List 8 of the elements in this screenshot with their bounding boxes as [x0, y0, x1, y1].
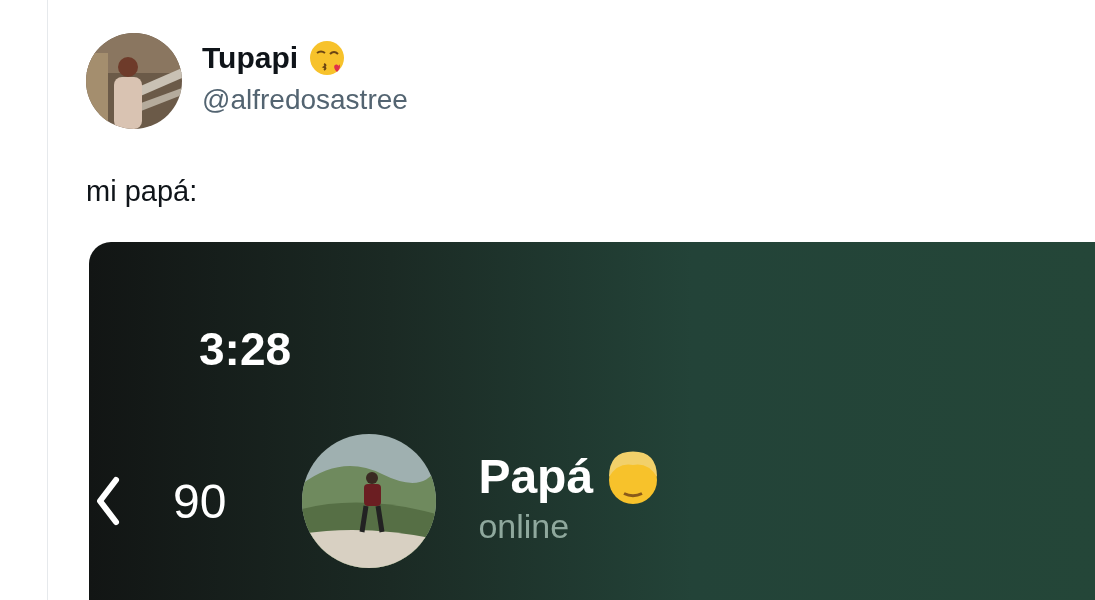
- contact-status: online: [478, 506, 571, 546]
- status-time: 3:28: [199, 322, 292, 376]
- author-handle[interactable]: @alfredosastree: [202, 84, 408, 116]
- tweet-text: mi papá:: [86, 175, 199, 208]
- back-chevron-icon[interactable]: [96, 476, 120, 526]
- author-name[interactable]: Tupapi: [202, 41, 299, 75]
- contact-name: Papá: [478, 449, 594, 504]
- unread-count[interactable]: 90: [173, 473, 227, 529]
